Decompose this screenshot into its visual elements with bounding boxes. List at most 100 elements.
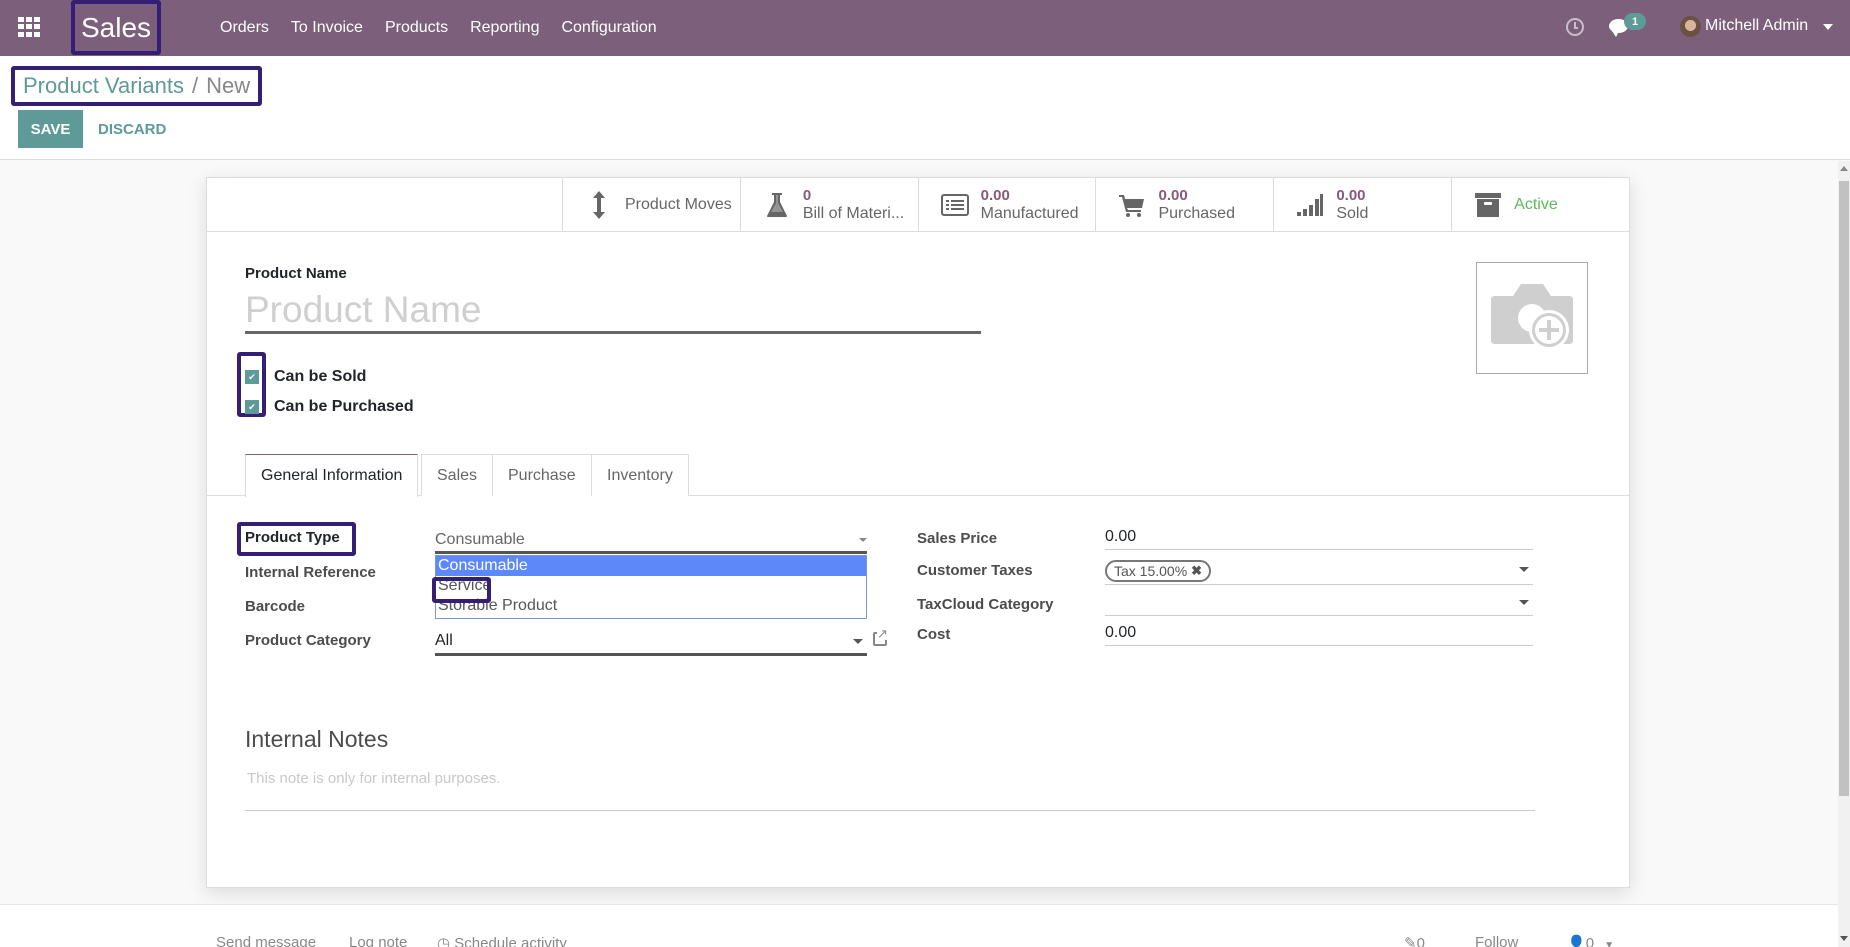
schedule-activity-label: Schedule activity (454, 935, 567, 947)
caret-down-icon (853, 639, 863, 644)
option-storable-product[interactable]: Storable Product (436, 596, 866, 616)
archive-icon (1474, 192, 1502, 218)
cost-label: Cost (917, 626, 951, 643)
can-be-sold-row: ✔ Can be Sold (245, 368, 366, 386)
cost-input[interactable]: 0.00 (1105, 620, 1533, 646)
product-type-value: Consumable (435, 530, 525, 548)
product-type-dropdown: Consumable Service Storable Product (435, 555, 867, 619)
product-name-label: Product Name (245, 265, 347, 282)
tax-tag: Tax 15.00% ✖ (1105, 559, 1212, 582)
sales-price-input[interactable]: 0.00 (1105, 524, 1533, 550)
barcode-label: Barcode (245, 598, 306, 615)
stat-label: Purchased (1158, 205, 1235, 222)
breadcrumb: Product Variants / New (11, 66, 263, 106)
vertical-scrollbar[interactable] (1838, 161, 1850, 947)
product-moves-button[interactable]: Product Moves (562, 178, 740, 232)
stat-value: 0.00 (1336, 187, 1366, 204)
active-toggle-button[interactable]: Active (1451, 178, 1629, 232)
control-panel: Product Variants / New SAVE DISCARD (0, 56, 1850, 160)
external-link-icon[interactable] (873, 627, 888, 646)
follow-button[interactable]: Follow (1475, 934, 1518, 947)
product-category-label: Product Category (245, 632, 371, 649)
can-be-purchased-row: ✔ Can be Purchased (245, 398, 414, 416)
can-be-purchased-label: Can be Purchased (274, 398, 414, 415)
arrows-v-icon (585, 191, 613, 219)
apps-menu-icon[interactable] (18, 17, 40, 37)
sales-price-label: Sales Price (917, 530, 998, 547)
remove-tag-icon[interactable]: ✖ (1191, 563, 1202, 579)
signal-icon (1296, 192, 1324, 218)
flask-icon (763, 192, 791, 218)
tab-purchase[interactable]: Purchase (492, 454, 592, 496)
discard-button[interactable]: DISCARD (98, 110, 166, 148)
taxcloud-category-select[interactable] (1105, 590, 1533, 616)
menu-item-reporting[interactable]: Reporting (470, 19, 539, 37)
stat-value: 0.00 (1158, 187, 1188, 204)
internal-notes-input[interactable]: This note is only for internal purposes. (245, 764, 1535, 811)
product-type-select[interactable]: Consumable (435, 528, 867, 554)
product-image-upload[interactable] (1476, 262, 1588, 374)
followers-button[interactable]: 👤0 ▼ (1567, 934, 1614, 947)
bom-button[interactable]: 0 Bill of Materi... (739, 178, 918, 232)
stat-label: Bill of Materi... (802, 205, 905, 222)
can-be-purchased-checkbox[interactable]: ✔ (245, 400, 259, 414)
customer-taxes-label: Customer Taxes (917, 562, 1033, 579)
log-note-button[interactable]: Log note (349, 934, 407, 947)
product-name-input[interactable] (245, 288, 981, 334)
attachments-button[interactable]: ✎0 (1404, 934, 1425, 947)
user-avatar[interactable] (1680, 16, 1701, 37)
stat-value: 0 (802, 187, 812, 204)
manufactured-button[interactable]: 0.00 Manufactured (917, 178, 1096, 232)
tab-sales[interactable]: Sales (421, 454, 494, 496)
sold-button[interactable]: 0.00 Sold (1273, 178, 1451, 232)
service-highlight-box (432, 577, 491, 603)
product-category-select[interactable]: All (435, 628, 867, 656)
top-navbar: Sales Orders To Invoice Products Reporti… (0, 0, 1850, 56)
internal-notes-title: Internal Notes (245, 726, 389, 752)
purchased-button[interactable]: 0.00 Purchased (1095, 178, 1273, 232)
send-message-button[interactable]: Send message (216, 934, 316, 947)
internal-reference-label: Internal Reference (245, 564, 376, 581)
schedule-activity-button[interactable]: ◷ Schedule activity (437, 934, 567, 947)
app-brand[interactable]: Sales (71, 0, 161, 55)
followers-count: 0 (1585, 935, 1595, 947)
user-icon: 👤 (1567, 935, 1586, 947)
can-be-sold-label: Can be Sold (274, 368, 367, 385)
caret-down-icon: ▼ (1604, 940, 1615, 947)
scroll-up-arrow-icon[interactable] (1840, 166, 1848, 171)
option-service[interactable]: Service (436, 576, 866, 596)
stat-value: 0.00 (980, 187, 1010, 204)
menu-item-configuration[interactable]: Configuration (561, 19, 656, 37)
messages-badge: 1 (1624, 13, 1646, 30)
caret-down-icon[interactable] (1823, 24, 1833, 30)
paperclip-icon: ✎ (1404, 935, 1417, 947)
taxcloud-category-label: TaxCloud Category (917, 596, 1054, 613)
stat-label: Product Moves (625, 196, 732, 213)
camera-plus-icon (1491, 284, 1573, 350)
menu-item-products[interactable]: Products (385, 19, 448, 37)
attachments-count: 0 (1416, 935, 1425, 947)
breadcrumb-parent[interactable]: Product Variants (23, 73, 184, 99)
scrollbar-thumb[interactable] (1839, 181, 1849, 796)
stat-label: Manufactured (980, 205, 1079, 222)
tax-tag-label: Tax 15.00% (1114, 562, 1188, 579)
main-menu: Orders To Invoice Products Reporting Con… (220, 0, 679, 56)
menu-item-orders[interactable]: Orders (220, 19, 269, 37)
form-content: Product Moves 0 Bill of Materi... 0.00 M… (0, 161, 1838, 947)
option-consumable[interactable]: Consumable (436, 556, 866, 576)
product-type-label: Product Type (245, 529, 340, 546)
smart-button-box: Product Moves 0 Bill of Materi... 0.00 M… (562, 178, 1629, 232)
chatter: Send message Log note ◷ Schedule activit… (0, 904, 1838, 947)
activity-clock-icon[interactable] (1566, 18, 1584, 36)
user-menu[interactable]: Mitchell Admin (1705, 17, 1808, 35)
customer-taxes-input[interactable]: Tax 15.00% ✖ (1105, 557, 1533, 585)
scroll-down-arrow-icon[interactable] (1840, 936, 1848, 941)
can-be-sold-checkbox[interactable]: ✔ (245, 370, 259, 384)
stat-label: Sold (1336, 205, 1369, 222)
menu-item-to-invoice[interactable]: To Invoice (291, 19, 363, 37)
save-button[interactable]: SAVE (18, 110, 83, 148)
tab-general-information[interactable]: General Information (245, 454, 419, 497)
form-sheet: Product Moves 0 Bill of Materi... 0.00 M… (206, 177, 1630, 888)
tab-inventory[interactable]: Inventory (591, 454, 689, 496)
breadcrumb-separator: / (192, 73, 199, 98)
